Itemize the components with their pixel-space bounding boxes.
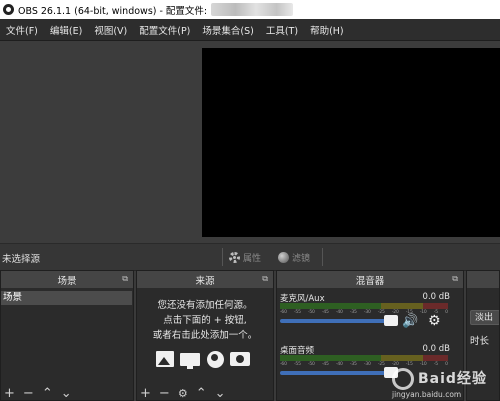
duration-label: 时长 <box>470 336 490 347</box>
sources-dock-header: 来源 ⧉ <box>137 271 273 288</box>
meter-tick-label: -40 <box>335 310 343 315</box>
image-icon <box>155 350 175 368</box>
meter-tick-label: 0 <box>445 310 448 315</box>
menu-file[interactable]: 文件(F) <box>0 23 44 37</box>
menu-view[interactable]: 视图(V) <box>88 23 133 37</box>
title-bar: OBS 26.1.1 (64-bit, windows) - 配置文件: <box>0 0 500 19</box>
meter-tick-label: -5 <box>433 362 438 367</box>
slider-handle[interactable] <box>384 315 398 326</box>
mixer-dock: 混音器 ⧉ 麦克风/Aux 0.0 dB -60 -55 -50 -45 -40 -35-… <box>276 270 464 401</box>
meter-tick-label: -10 <box>419 362 427 367</box>
mixer-dock-title: 混音器 <box>355 275 385 287</box>
menu-scene-collection[interactable]: 场景集合(S) <box>196 23 259 37</box>
scene-list-item[interactable]: 场景 <box>1 291 132 305</box>
source-type-icons <box>155 350 250 369</box>
obs-logo-icon <box>3 4 14 15</box>
sources-footer: + − ⚙ ⌃ ⌄ <box>137 387 273 400</box>
scenes-dock: 场景 ⧉ 场景 + − ⌃ ⌄ <box>0 270 134 401</box>
sources-list[interactable]: 您还没有添加任何源。 点击下面的 + 按钮, 或者右击此处添加一个。 + − ⚙… <box>137 288 273 400</box>
meter-scale: -60 -55 -50 -45 -40 -35 -30 -25 -20 -15 -10 -5 0 <box>280 310 448 316</box>
channel-db-value: 0.0 dB <box>422 344 450 354</box>
meter-tick-label: -10 <box>419 310 427 315</box>
volume-meter <box>280 303 448 309</box>
add-scene-icon[interactable]: + <box>4 387 15 400</box>
globe-icon <box>205 350 225 368</box>
meter-tick-label: -35 <box>349 362 357 367</box>
meter-tick-label: -55 <box>293 362 301 367</box>
scenes-dock-title: 场景 <box>57 275 77 287</box>
volume-slider[interactable] <box>280 367 398 378</box>
volume-meter <box>280 355 448 361</box>
mixer-body: 麦克风/Aux 0.0 dB -60 -55 -50 -45 -40 -35 -30 -25-… <box>277 288 463 400</box>
transitions-dock-header <box>467 271 499 288</box>
hint-line: 点击下面的 + 按钮, <box>163 315 247 326</box>
meter-tick-label: -60 <box>280 362 287 367</box>
meter-tick-label: -50 <box>307 362 315 367</box>
filter-icon <box>278 251 289 263</box>
meter-tick-label: 0 <box>445 362 448 367</box>
properties-button[interactable]: 属性 <box>229 249 261 265</box>
meter-tick-label: -40 <box>335 362 343 367</box>
source-properties-icon[interactable]: ⚙ <box>178 387 188 400</box>
gear-icon <box>229 251 240 263</box>
transitions-dock: 淡出 时长 <box>466 270 500 401</box>
transition-select[interactable]: 淡出 <box>470 310 499 325</box>
add-source-icon[interactable]: + <box>140 387 151 400</box>
preview-area <box>0 41 500 243</box>
scenes-footer: + − ⌃ ⌄ <box>1 387 133 400</box>
no-source-selected-label: 未选择源 <box>2 254 41 265</box>
toolbar-divider <box>322 248 323 266</box>
channel-db-value: 0.0 dB <box>422 292 450 302</box>
gear-icon[interactable]: ⚙ <box>428 313 441 329</box>
move-up-icon[interactable]: ⌃ <box>42 387 53 400</box>
meter-tick-label: -15 <box>405 362 413 367</box>
source-toolbar: 未选择源 属性 滤镜 <box>0 243 500 271</box>
meter-tick-label: -30 <box>363 362 371 367</box>
toolbar-divider <box>222 248 223 266</box>
menu-bar: 文件(F) 编辑(E) 视图(V) 配置文件(P) 场景集合(S) 工具(T) … <box>0 19 500 41</box>
float-dock-icon[interactable]: ⧉ <box>122 274 128 284</box>
meter-tick-label: -60 <box>280 310 287 315</box>
sources-empty-hint: 您还没有添加任何源。 点击下面的 + 按钮, 或者右击此处添加一个。 <box>137 298 273 343</box>
float-dock-icon[interactable]: ⧉ <box>262 274 268 284</box>
move-down-icon[interactable]: ⌄ <box>215 387 226 400</box>
camera-icon <box>230 350 250 368</box>
sources-dock-title: 来源 <box>195 275 215 287</box>
volume-slider[interactable] <box>280 315 398 326</box>
window-title: OBS 26.1.1 (64-bit, windows) - 配置文件: <box>18 5 208 17</box>
speaker-icon[interactable]: 🔊 <box>402 314 418 329</box>
meter-scale: -60 -55 -50 -45 -40 -35 -30 -25 -20 -15 -10 -5 0 <box>280 362 448 368</box>
meter-tick-label: -45 <box>321 362 329 367</box>
scenes-dock-header: 场景 ⧉ <box>1 271 133 288</box>
menu-help[interactable]: 帮助(H) <box>304 23 350 37</box>
filters-label: 滤镜 <box>292 253 311 264</box>
transitions-body: 淡出 时长 <box>467 288 499 400</box>
remove-source-icon[interactable]: − <box>159 387 170 400</box>
sources-dock: 来源 ⧉ 您还没有添加任何源。 点击下面的 + 按钮, 或者右击此处添加一个。 … <box>136 270 274 401</box>
meter-tick-label: -50 <box>307 310 315 315</box>
monitor-icon <box>180 350 200 369</box>
hint-line: 或者右击此处添加一个。 <box>152 330 258 341</box>
remove-scene-icon[interactable]: − <box>23 387 34 400</box>
filters-button[interactable]: 滤镜 <box>278 249 310 265</box>
meter-tick-label: -55 <box>293 310 301 315</box>
redacted-profile-name <box>211 3 294 16</box>
meter-tick-label: -35 <box>349 310 357 315</box>
meter-tick-label: -30 <box>363 310 371 315</box>
preview-canvas[interactable] <box>202 48 500 237</box>
hint-line: 您还没有添加任何源。 <box>157 300 253 311</box>
meter-tick-label: -45 <box>321 310 329 315</box>
move-down-icon[interactable]: ⌄ <box>61 387 72 400</box>
menu-profile[interactable]: 配置文件(P) <box>133 23 196 37</box>
menu-edit[interactable]: 编辑(E) <box>44 23 88 37</box>
float-dock-icon[interactable]: ⧉ <box>452 274 458 284</box>
move-up-icon[interactable]: ⌃ <box>196 387 207 400</box>
scenes-list: 场景 + − ⌃ ⌄ <box>1 288 133 400</box>
slider-handle[interactable] <box>384 367 398 378</box>
mixer-dock-header: 混音器 ⧉ <box>277 271 463 288</box>
properties-label: 属性 <box>243 253 262 264</box>
menu-tools[interactable]: 工具(T) <box>260 23 304 37</box>
